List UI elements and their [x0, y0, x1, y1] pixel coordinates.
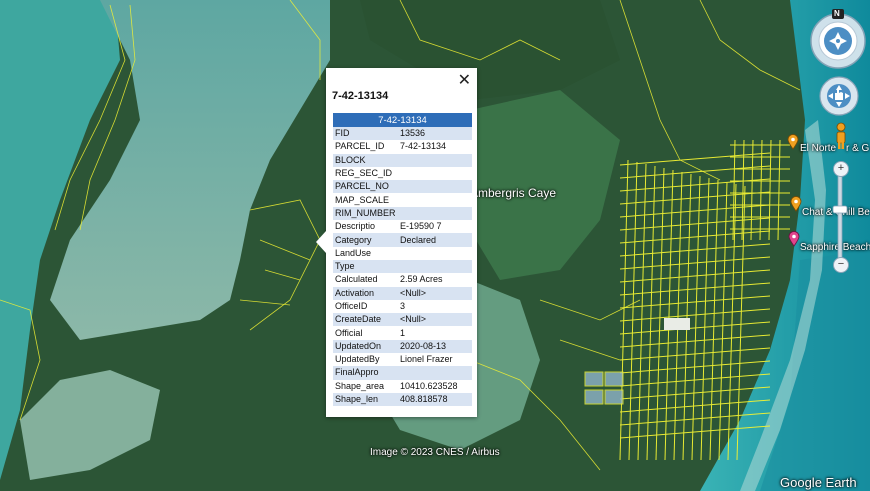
attribute-key: Activation — [333, 286, 398, 300]
island-label: Ambergris Caye — [470, 186, 557, 200]
attribute-value: 408.818578 — [398, 392, 472, 407]
attribute-key: PARCEL_NO — [333, 180, 398, 194]
attribute-key: MAP_SCALE — [333, 193, 398, 207]
table-row: FID 13536 — [333, 127, 472, 141]
table-row: Activation <Null> — [333, 286, 472, 300]
attribute-key: BLOCK — [333, 153, 398, 167]
close-icon[interactable]: ✕ — [458, 70, 471, 89]
balloon-title: 7-42-13134 — [332, 90, 389, 102]
table-row: LandUse — [333, 246, 472, 260]
attribute-key: UpdatedOn — [333, 339, 398, 354]
navigation-controls: N + − — [806, 4, 870, 274]
attribute-value — [398, 153, 472, 167]
table-row: Official 1 — [333, 326, 472, 340]
attribute-value: <Null> — [398, 286, 472, 300]
attribute-key: Shape_area — [333, 379, 398, 393]
attribute-key: Type — [333, 259, 398, 274]
attribute-value: 2020-08-13 — [398, 339, 472, 354]
orange-pin-icon[interactable] — [787, 134, 799, 150]
attribute-key: Official — [333, 326, 398, 340]
attribute-value: <Null> — [398, 313, 472, 327]
attribute-value — [398, 193, 472, 207]
attribute-value — [398, 180, 472, 194]
table-row: RIM_NUMBER — [333, 206, 472, 221]
attribute-key: REG_SEC_ID — [333, 166, 398, 181]
table-row: FinalAppro — [333, 366, 472, 380]
feature-info-balloon: ✕ 7-42-13134 7-42-13134 FID 13536 PARCEL_I… — [316, 68, 477, 417]
attribute-key: Shape_len — [333, 392, 398, 407]
attribute-value: 10410.623528 — [398, 379, 472, 393]
table-row: REG_SEC_ID — [333, 166, 472, 181]
google-earth-logo: Google Earth — [780, 475, 857, 490]
zoom-out-button[interactable]: − — [833, 257, 849, 273]
attribute-value: Lionel Frazer — [398, 353, 472, 367]
attribute-key: FinalAppro — [333, 366, 398, 380]
imagery-copyright: Image © 2023 CNES / Airbus — [370, 447, 500, 458]
attribute-value: 3 — [398, 299, 472, 314]
attribute-value: 13536 — [398, 127, 472, 141]
table-row: PARCEL_NO — [333, 180, 472, 194]
table-row: MAP_SCALE — [333, 193, 472, 207]
attribute-key: UpdatedBy — [333, 353, 398, 367]
table-row: OfficeID 3 — [333, 299, 472, 314]
move-joystick-icon[interactable] — [819, 76, 859, 116]
table-row: Descriptio E-19590 7 — [333, 220, 472, 234]
attribute-value — [398, 246, 472, 260]
table-row: UpdatedBy Lionel Frazer — [333, 353, 472, 367]
attribute-value — [398, 206, 472, 221]
table-row: PARCEL_ID 7-42-13134 — [333, 140, 472, 154]
attribute-value: E-19590 7 — [398, 220, 472, 234]
table-header: 7-42-13134 — [333, 113, 472, 127]
table-row: Shape_len 408.818578 — [333, 392, 472, 407]
attribute-key: Category — [333, 233, 398, 247]
attribute-value — [398, 366, 472, 380]
pink-pin-icon[interactable] — [788, 231, 800, 247]
attribute-key: CreateDate — [333, 313, 398, 327]
balloon-tail — [316, 231, 326, 253]
attribute-table: 7-42-13134 FID 13536 PARCEL_ID 7-42-13134 BL… — [333, 113, 472, 407]
attribute-value: 7-42-13134 — [398, 140, 472, 154]
table-row: Category Declared — [333, 233, 472, 247]
table-row: CreateDate <Null> — [333, 313, 472, 327]
attribute-key: OfficeID — [333, 299, 398, 314]
attribute-key: LandUse — [333, 246, 398, 260]
attribute-value: Declared — [398, 233, 472, 247]
table-row: UpdatedOn 2020-08-13 — [333, 339, 472, 354]
orange-pin-icon[interactable] — [790, 196, 802, 212]
table-row: Calculated 2.59 Acres — [333, 273, 472, 287]
attribute-value: 2.59 Acres — [398, 273, 472, 287]
attribute-key: PARCEL_ID — [333, 140, 398, 154]
table-row: Shape_area 10410.623528 — [333, 379, 472, 393]
attribute-key: Descriptio — [333, 220, 398, 234]
attribute-key: RIM_NUMBER — [333, 206, 398, 221]
attribute-value — [398, 166, 472, 181]
attribute-key: FID — [333, 127, 398, 141]
north-indicator[interactable]: N — [834, 9, 840, 18]
table-row: BLOCK — [333, 153, 472, 167]
attribute-key: Calculated — [333, 273, 398, 287]
table-row: Type — [333, 259, 472, 274]
pegman-icon[interactable] — [833, 122, 849, 150]
attribute-value: 1 — [398, 326, 472, 340]
zoom-in-button[interactable]: + — [833, 161, 849, 177]
attribute-value — [398, 259, 472, 274]
